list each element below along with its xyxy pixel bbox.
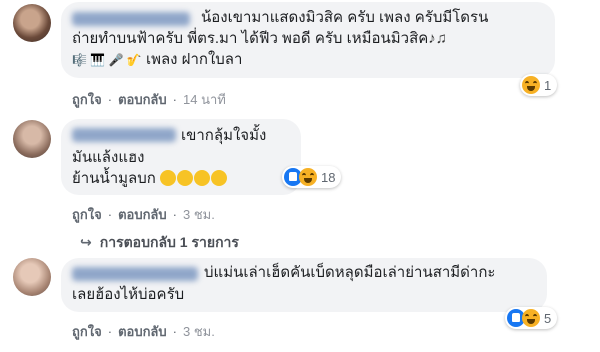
like-link[interactable]: ถูกใจ	[72, 207, 102, 222]
reply-arrow-icon: ↪	[80, 234, 92, 250]
like-link[interactable]: ถูกใจ	[72, 324, 102, 339]
like-link[interactable]: ถูกใจ	[72, 92, 102, 107]
reaction-badge[interactable]: 5	[505, 307, 558, 329]
reply-link[interactable]: ตอบกลับ	[118, 324, 167, 339]
laughing-emoji-icons	[160, 170, 228, 187]
reaction-count: 5	[544, 310, 552, 326]
comment-text-line: มันแล้งแฮง	[72, 149, 145, 166]
comment-text-line: บ่แม่นเล่าเฮ็ดคันเบ็ดหลุดมือเล่าย่านสามี…	[204, 264, 496, 281]
reaction-badge[interactable]: 18	[282, 166, 342, 188]
view-replies-link[interactable]: ↪ การตอบกลับ 1 รายการ	[80, 232, 239, 254]
reaction-count: 1	[544, 77, 552, 93]
comment-text-line: เลยฮ้องไห้บ่อครับ	[72, 286, 185, 303]
reply-link[interactable]: ตอบกลับ	[118, 207, 167, 222]
avatar[interactable]	[13, 258, 51, 296]
comment-text-line: 🎼 🎹 🎤 🎷 เพลง ฝากใบลา	[72, 51, 243, 68]
comment-time[interactable]: 3 ชม.	[183, 324, 215, 339]
comment-text-line: เขากลุ้มใจมั้ง	[181, 127, 267, 144]
avatar[interactable]	[13, 4, 51, 42]
comment-author-name[interactable]	[72, 267, 198, 281]
haha-reaction-icon	[299, 168, 317, 186]
music-notes-icon: ♪♫	[428, 30, 448, 47]
reaction-count: 18	[321, 169, 336, 185]
comment-actions: ถูกใจ · ตอบกลับ · 3 ชม.	[72, 324, 215, 339]
comment-time[interactable]: 14 นาที	[183, 92, 226, 107]
comment-time[interactable]: 3 ชม.	[183, 207, 215, 222]
reaction-badge[interactable]: 1	[520, 74, 558, 96]
reply-link[interactable]: ตอบกลับ	[118, 92, 167, 107]
comment-actions: ถูกใจ · ตอบกลับ · 3 ชม.	[72, 207, 215, 222]
comment-text-line: ถ่ายทำบนฟ้าครับ พี่ตร.มา ได้ฟีว พอดี ครั…	[72, 30, 448, 47]
comment-text-line: ย้านน้ำมูลบก	[72, 169, 228, 189]
comment-author-name[interactable]	[72, 128, 176, 142]
haha-reaction-icon	[522, 76, 540, 94]
music-emoji-icons: 🎼 🎹 🎤 🎷	[72, 53, 142, 67]
avatar[interactable]	[13, 120, 51, 158]
haha-reaction-icon	[522, 309, 540, 327]
comment-actions: ถูกใจ · ตอบกลับ · 14 นาที	[72, 92, 226, 107]
comment-text-line: น้องเขามาแสดงมิวสิค ครับ เพลง ครับมีโดรน	[201, 9, 489, 26]
comment-author-name[interactable]	[72, 12, 190, 26]
